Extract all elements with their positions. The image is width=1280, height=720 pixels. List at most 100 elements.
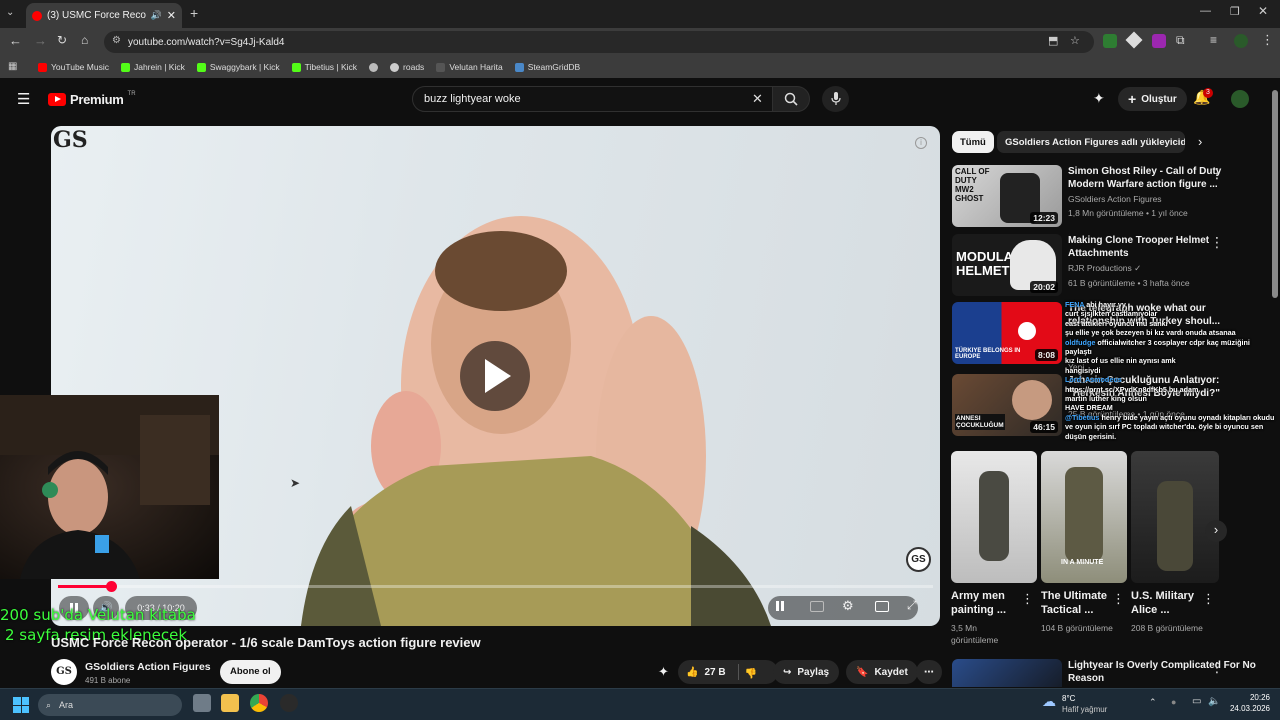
- rec-title[interactable]: Simon Ghost Riley - Call of Duty Modern …: [1068, 165, 1256, 191]
- recommendation-item[interactable]: Lightyear Is Overly Complicated For No R…: [952, 659, 1272, 687]
- short-title[interactable]: U.S. Military Alice ...: [1131, 589, 1203, 617]
- rec-title[interactable]: Making Clone Trooper Helmet Attachments: [1068, 234, 1256, 260]
- close-window-icon[interactable]: ✕: [1258, 4, 1268, 18]
- youtube-premium-logo[interactable]: Premium TR: [48, 91, 136, 107]
- channel-name[interactable]: GSoldiers Action Figures: [85, 661, 211, 673]
- minimize-icon[interactable]: —: [1200, 5, 1211, 17]
- address-bar[interactable]: ⚙ youtube.com/watch?v=Sg4Jj-Kald4 ⬒ ☆: [104, 31, 1094, 53]
- rec-thumbnail[interactable]: ANNESI ÇOCUKLUĞUM 46:15: [952, 374, 1062, 436]
- page-scrollbar[interactable]: [1272, 90, 1278, 298]
- extension-icon[interactable]: [1103, 34, 1117, 48]
- task-view-icon[interactable]: [193, 694, 211, 712]
- rec-thumbnail[interactable]: TÜRKIYE BELONGS IN EUROPE 8:08: [952, 302, 1062, 364]
- bookmark-item[interactable]: [369, 62, 379, 72]
- extension-purple-icon[interactable]: [1152, 34, 1166, 48]
- tab-list-chevron-icon[interactable]: ⌄: [6, 7, 14, 18]
- tab-close-icon[interactable]: ✕: [167, 9, 176, 22]
- short-title[interactable]: Army men painting ...: [951, 589, 1021, 617]
- subscribe-button[interactable]: Abone ol: [220, 660, 281, 684]
- app-icon[interactable]: [280, 694, 298, 712]
- channel-avatar[interactable]: GS: [51, 659, 77, 685]
- tab-audio-icon[interactable]: 🔊: [151, 10, 162, 21]
- chip-all[interactable]: Tümü: [952, 131, 994, 153]
- bookmark-item[interactable]: roads: [390, 62, 424, 72]
- site-info-icon[interactable]: ⚙: [112, 35, 121, 46]
- profile-avatar-icon[interactable]: [1234, 34, 1248, 48]
- save-button[interactable]: 🔖 Kaydet: [846, 660, 918, 684]
- browser-tab-active[interactable]: (3) USMC Force Recon oper 🔊 ✕: [26, 3, 182, 28]
- clear-search-icon[interactable]: ✕: [752, 91, 763, 107]
- account-avatar[interactable]: [1231, 90, 1249, 108]
- weather-icon[interactable]: ☁: [1042, 693, 1056, 710]
- play-button[interactable]: [460, 341, 530, 411]
- search-input[interactable]: buzz lightyear woke ✕: [412, 86, 774, 112]
- channel-watermark-icon[interactable]: GS: [906, 547, 931, 572]
- miniplayer-icon[interactable]: [875, 601, 889, 612]
- clock-date[interactable]: 24.03.2026: [1220, 704, 1270, 713]
- bookmark-item[interactable]: Jahrein | Kick: [120, 62, 185, 72]
- bookmark-item[interactable]: SteamGridDB: [514, 62, 580, 72]
- bookmark-item[interactable]: Swaggybark | Kick: [196, 62, 280, 72]
- mic-tray-icon[interactable]: ●: [1171, 697, 1176, 707]
- bookmark-item[interactable]: Velutan Harita: [436, 62, 503, 72]
- short-thumbnail[interactable]: [1131, 451, 1219, 583]
- rec-thumbnail[interactable]: CALL OF DUTY MW2 GHOST 12:23: [952, 165, 1062, 227]
- bookmark-item[interactable]: Tibetius | Kick: [291, 62, 357, 72]
- short-more-icon[interactable]: ⋮: [1021, 591, 1034, 607]
- autoplay-pause-icon[interactable]: [776, 601, 786, 613]
- hamburger-menu-icon[interactable]: ☰: [17, 90, 30, 108]
- file-explorer-icon[interactable]: [221, 694, 239, 712]
- rec-title[interactable]: Lightyear Is Overly Complicated For No R…: [1068, 659, 1256, 685]
- progress-bar[interactable]: [58, 581, 933, 592]
- network-icon[interactable]: ▭: [1192, 696, 1201, 707]
- subtitles-icon[interactable]: [810, 601, 824, 612]
- apps-grid-icon[interactable]: ▦: [8, 61, 17, 72]
- shorts-next-button[interactable]: ›: [1205, 520, 1227, 542]
- like-count[interactable]: 27 B: [704, 667, 725, 678]
- install-app-icon[interactable]: ⬒: [1048, 34, 1058, 47]
- progress-scrubber[interactable]: [105, 581, 117, 592]
- short-thumbnail[interactable]: [951, 451, 1037, 583]
- rec-more-icon[interactable]: ⋮: [1210, 234, 1224, 251]
- clock-time[interactable]: 20:26: [1226, 693, 1270, 702]
- extensions-puzzle-icon[interactable]: ⧉: [1176, 33, 1185, 48]
- short-more-icon[interactable]: ⋮: [1112, 591, 1125, 607]
- more-actions-button[interactable]: ⋯: [916, 660, 942, 684]
- windows-start-icon[interactable]: [13, 697, 29, 713]
- create-button[interactable]: + Oluştur: [1118, 87, 1187, 111]
- reload-icon[interactable]: ↻: [57, 33, 67, 47]
- search-button[interactable]: [772, 86, 810, 112]
- recommendation-item[interactable]: CALL OF DUTY MW2 GHOST 12:23 Simon Ghost…: [952, 165, 1272, 229]
- chip-uploader[interactable]: GSoldiers Action Figures adlı yükleyicid…: [997, 131, 1185, 153]
- chrome-icon[interactable]: [250, 694, 268, 712]
- settings-gear-icon[interactable]: ⚙: [842, 598, 854, 614]
- rec-more-icon[interactable]: ⋮: [1210, 659, 1224, 676]
- home-icon[interactable]: ⌂: [81, 33, 88, 47]
- bookmark-item[interactable]: YouTube Music: [38, 62, 109, 72]
- recommendation-item[interactable]: MODULAR HELMET 20:02 Making Clone Troope…: [952, 234, 1272, 298]
- rec-more-icon[interactable]: ⋮: [1210, 165, 1224, 182]
- rec-channel[interactable]: GSoldiers Action Figures: [1068, 194, 1256, 204]
- new-tab-icon[interactable]: +: [190, 5, 198, 21]
- bookmark-star-icon[interactable]: ☆: [1070, 34, 1080, 47]
- voice-search-button[interactable]: [822, 86, 849, 112]
- rec-channel[interactable]: RJR Productions ✓: [1068, 263, 1256, 274]
- reading-list-icon[interactable]: ≡: [1210, 33, 1217, 47]
- extension-diamond-icon[interactable]: [1125, 31, 1143, 49]
- like-icon[interactable]: 👍: [686, 667, 698, 678]
- share-button[interactable]: ↪ Paylaş: [773, 660, 840, 684]
- short-more-icon[interactable]: ⋮: [1202, 591, 1215, 607]
- browser-menu-icon[interactable]: ⋮: [1261, 32, 1274, 48]
- tray-chevron-icon[interactable]: ⌃: [1149, 697, 1157, 708]
- volume-tray-icon[interactable]: 🔈: [1208, 696, 1220, 707]
- fullscreen-icon[interactable]: ⤢: [907, 598, 917, 613]
- forward-icon[interactable]: →: [34, 33, 47, 48]
- rec-thumbnail[interactable]: [952, 659, 1062, 687]
- short-thumbnail[interactable]: IN A MINUTE: [1041, 451, 1127, 583]
- channel-extension-icon[interactable]: ✦: [658, 664, 669, 680]
- taskbar-search[interactable]: ⌕ Ara: [38, 694, 182, 716]
- back-icon[interactable]: ←: [9, 33, 22, 48]
- chevron-right-icon[interactable]: ›: [1198, 134, 1202, 149]
- info-icon[interactable]: i: [915, 137, 927, 149]
- restore-icon[interactable]: ❐: [1230, 5, 1240, 18]
